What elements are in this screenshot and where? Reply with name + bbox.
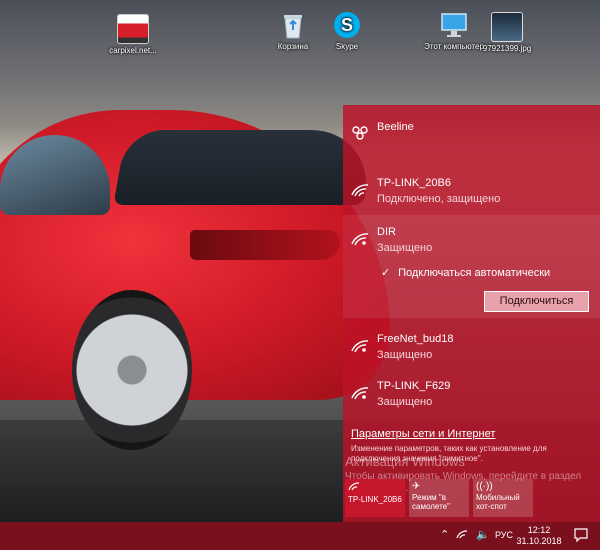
image-file-icon	[491, 12, 523, 42]
wallpaper-car-taillight	[190, 230, 340, 260]
tile-label: Мобильный хот-спот	[476, 493, 520, 511]
network-name: DIR	[377, 226, 396, 238]
tile-label: TP-LINK_20B6	[348, 495, 402, 504]
auto-connect-label: Подключаться автоматически	[398, 267, 551, 279]
network-name: Beeline	[377, 121, 414, 133]
chevron-up-icon[interactable]: ⌃	[440, 528, 449, 541]
airplane-icon: ✈	[412, 481, 421, 492]
network-name: TP-LINK_F629	[377, 380, 451, 392]
recycle-bin-icon	[278, 10, 308, 40]
wifi-icon	[350, 181, 370, 197]
auto-connect-checkbox[interactable]: ✓ Подключаться автоматически	[381, 266, 550, 279]
wallpaper-car-wheel	[72, 290, 192, 450]
wifi-secured-icon	[350, 384, 370, 400]
activation-watermark-title: Активация Windows	[345, 454, 465, 469]
desktop-icon-label: Корзина	[277, 42, 309, 51]
desktop-icon-label: 97921399.jpg	[482, 44, 532, 53]
cellular-network-icon	[350, 125, 370, 141]
tile-label: Режим "в самолете"	[412, 493, 450, 511]
tile-airplane-mode[interactable]: ✈ Режим "в самолете"	[409, 479, 469, 517]
network-status: Подключено, защищено	[377, 193, 501, 205]
car-image-icon	[117, 14, 149, 44]
clock-time: 12:12	[527, 525, 551, 535]
language-indicator[interactable]: РУС	[495, 530, 513, 540]
network-name: FreeNet_bud18	[377, 333, 454, 345]
desktop-icon-carpixel[interactable]: carpixel.net...	[98, 14, 168, 56]
wifi-secured-icon	[350, 337, 370, 353]
wifi-icon	[348, 481, 402, 495]
network-status: Защищено	[377, 396, 433, 408]
network-settings-link[interactable]: Параметры сети и Интернет	[351, 428, 495, 440]
hotspot-icon: ((·))	[476, 481, 493, 492]
this-pc-icon	[439, 10, 469, 40]
checkmark-icon: ✓	[381, 267, 391, 279]
desktop-icon-skype[interactable]: S Skype	[312, 10, 382, 52]
tile-wifi[interactable]: TP-LINK_20B6	[345, 479, 405, 517]
volume-icon[interactable]: 🔈	[476, 528, 490, 541]
connect-button[interactable]: Подключиться	[484, 291, 589, 312]
tile-mobile-hotspot[interactable]: ((·)) Мобильный хот-спот	[473, 479, 533, 517]
clock-date: 31.10.2018	[516, 536, 562, 546]
svg-text:S: S	[341, 15, 353, 35]
wifi-secured-icon	[350, 230, 370, 246]
desktop-icon-label: Skype	[335, 42, 359, 51]
notifications-icon[interactable]	[574, 528, 588, 543]
taskbar: ⌃ 🔈 РУС 12:12 31.10.2018	[0, 522, 600, 550]
taskbar-clock[interactable]: 12:12 31.10.2018	[516, 525, 562, 547]
desktop-icon-image-file[interactable]: 97921399.jpg	[472, 12, 542, 54]
network-name: TP-LINK_20B6	[377, 177, 451, 189]
network-status: Защищено	[377, 349, 433, 361]
network-status: Защищено	[377, 242, 433, 254]
network-tray-icon[interactable]	[456, 528, 468, 542]
desktop-icon-label: carpixel.net...	[109, 46, 157, 55]
wallpaper-car-rear-window	[113, 130, 377, 205]
skype-icon: S	[332, 10, 362, 40]
